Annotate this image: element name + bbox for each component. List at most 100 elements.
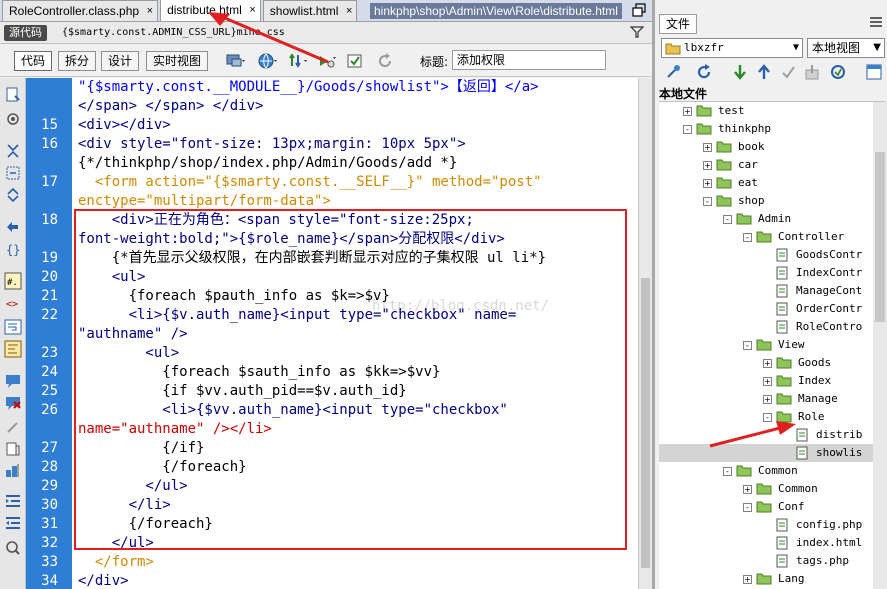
tab-rolecontroller[interactable]: RoleController.class.php × [2, 0, 159, 21]
expand-icon[interactable]: + [763, 376, 772, 386]
format-source-icon[interactable] [4, 538, 22, 556]
tree-scrollbar[interactable] [873, 102, 887, 589]
code-line[interactable]: font-weight:bold;">{$role_name}</span>分配… [78, 230, 505, 249]
code-line[interactable]: </span> </span> </div> [78, 97, 263, 116]
line-numbers-icon[interactable]: #. [4, 272, 22, 290]
collapse-icon[interactable]: - [743, 340, 752, 350]
view-select[interactable]: 本地视图 ▼ [807, 38, 885, 58]
code-line[interactable]: {foreach $sauth_info as $kk=>$vv} [78, 363, 440, 382]
show-code-navigator-icon[interactable] [4, 110, 22, 128]
word-wrap-icon[interactable] [4, 318, 22, 336]
code-line[interactable]: {if $vv.auth_pid==$v.auth_id} [78, 382, 406, 401]
tree-folder[interactable]: - thinkphp [659, 120, 873, 138]
file-management-icon[interactable] [289, 52, 307, 70]
code-line[interactable]: </div> [78, 572, 129, 589]
collapse-icon[interactable]: - [743, 232, 752, 242]
tree-file[interactable]: GoodsContr [659, 246, 873, 264]
preview-browser-icon[interactable] [258, 52, 277, 70]
tree-folder[interactable]: - Common [659, 462, 873, 480]
code-line[interactable]: </ul> [78, 477, 187, 496]
expand-panel-icon[interactable] [865, 63, 883, 81]
code-line[interactable]: "{$smarty.const.__MODULE__}/Goods/showli… [78, 78, 539, 97]
tree-folder[interactable]: + test [659, 102, 873, 120]
related-file-path[interactable]: {$smarty.const.ADMIN_CSS_URL}mine.css [62, 25, 285, 41]
code-line[interactable]: {*/thinkphp/shop/index.php/Admin/Goods/a… [78, 154, 457, 173]
refresh-icon[interactable] [695, 63, 713, 81]
code-line[interactable]: <li>{$v.auth_name}<input type="checkbox"… [78, 306, 517, 325]
check-out-icon[interactable] [779, 63, 797, 81]
code-line[interactable]: <div>正在为角色：<span style="font-size:25px; [78, 211, 474, 230]
collapse-icon[interactable]: - [743, 502, 752, 512]
code-line[interactable]: {*首先显示父级权限，在内部嵌套判断显示对应的子集权限 ul li*} [78, 249, 546, 268]
scrollbar-thumb[interactable] [641, 278, 650, 568]
tree-folder[interactable]: - View [659, 336, 873, 354]
tree-folder[interactable]: - Role [659, 408, 873, 426]
collapse-icon[interactable]: - [703, 196, 712, 206]
recent-snippets-icon[interactable] [4, 440, 22, 458]
expand-icon[interactable]: + [763, 394, 772, 404]
collapse-icon[interactable]: - [683, 124, 692, 134]
tree-file[interactable]: config.php [659, 516, 873, 534]
code-view-button[interactable]: 代码 [14, 51, 53, 71]
indent-code-icon[interactable] [4, 492, 22, 510]
tree-folder[interactable]: - shop [659, 192, 873, 210]
filter-icon[interactable] [629, 25, 645, 39]
tab-distribute[interactable]: distribute.html × [160, 0, 261, 21]
scrollbar-thumb[interactable] [875, 152, 885, 322]
expand-icon[interactable]: + [763, 358, 772, 368]
tree-file[interactable]: distrib [659, 426, 873, 444]
source-code-button[interactable]: 源代码 [4, 25, 47, 41]
balance-braces-icon[interactable]: {} [4, 240, 22, 258]
collapse-tag-icon[interactable] [4, 142, 22, 160]
expand-icon[interactable]: + [743, 484, 752, 494]
tree-folder[interactable]: - Controller [659, 228, 873, 246]
expand-all-icon[interactable] [4, 186, 22, 204]
tree-folder[interactable]: + Lang [659, 570, 873, 588]
code-scrollbar[interactable] [638, 78, 652, 589]
open-documents-icon[interactable] [4, 86, 22, 104]
document-title-input[interactable]: 添加权限 [452, 50, 606, 70]
expand-icon[interactable]: + [683, 106, 692, 116]
outdent-code-icon[interactable] [4, 514, 22, 532]
tree-folder[interactable]: + Index [659, 372, 873, 390]
put-files-icon[interactable] [755, 63, 773, 81]
collapse-icon[interactable]: - [723, 214, 732, 224]
tab-files[interactable]: 文件 [659, 14, 698, 34]
code-line[interactable]: </form> [78, 553, 154, 572]
wrap-tag-icon[interactable] [4, 418, 22, 436]
check-in-icon[interactable] [803, 63, 821, 81]
code-line[interactable]: {foreach $pauth_info as $k=>$v} [78, 287, 390, 306]
tree-folder[interactable]: + Goods [659, 354, 873, 372]
expand-icon[interactable]: + [703, 142, 712, 152]
multiscreen-icon[interactable] [226, 52, 245, 70]
code-line[interactable]: </ul> [78, 534, 154, 553]
code-line[interactable]: <div style="font-size: 13px;margin: 10px… [78, 135, 466, 154]
expand-icon[interactable]: + [703, 160, 712, 170]
collapse-icon[interactable]: - [763, 412, 772, 422]
validate-icon[interactable] [346, 52, 364, 70]
code-line[interactable]: <div></div> [78, 116, 171, 135]
tree-folder[interactable]: - Admin [659, 210, 873, 228]
refresh-design-icon[interactable] [376, 52, 394, 70]
get-files-icon[interactable] [731, 63, 749, 81]
select-parent-tag-icon[interactable] [4, 218, 22, 236]
code-line[interactable]: <form action="{$smarty.const.__SELF__}" … [78, 173, 542, 192]
collapse-selection-icon[interactable] [4, 164, 22, 182]
code-line[interactable]: <ul> [78, 268, 146, 287]
tree-folder[interactable]: + eat [659, 174, 873, 192]
live-view-button[interactable]: 实时视图 [146, 51, 209, 71]
close-icon[interactable]: × [249, 0, 255, 20]
tree-file[interactable]: index.html [659, 534, 873, 552]
split-view-button[interactable]: 拆分 [58, 51, 97, 71]
tree-file[interactable]: showlis [659, 444, 873, 462]
restore-window-icon[interactable] [632, 3, 646, 17]
code-line[interactable]: <li>{$vv.auth_name}<input type="checkbox… [78, 401, 508, 420]
close-icon[interactable]: × [346, 1, 352, 21]
synchronize-icon[interactable] [829, 63, 847, 81]
code-line[interactable]: {/foreach} [78, 515, 213, 534]
code-line[interactable]: {/foreach} [78, 458, 246, 477]
collapse-icon[interactable]: - [723, 466, 732, 476]
code-line[interactable]: {/if} [78, 439, 204, 458]
tree-file[interactable]: OrderContr [659, 300, 873, 318]
tree-folder[interactable]: + Common [659, 480, 873, 498]
